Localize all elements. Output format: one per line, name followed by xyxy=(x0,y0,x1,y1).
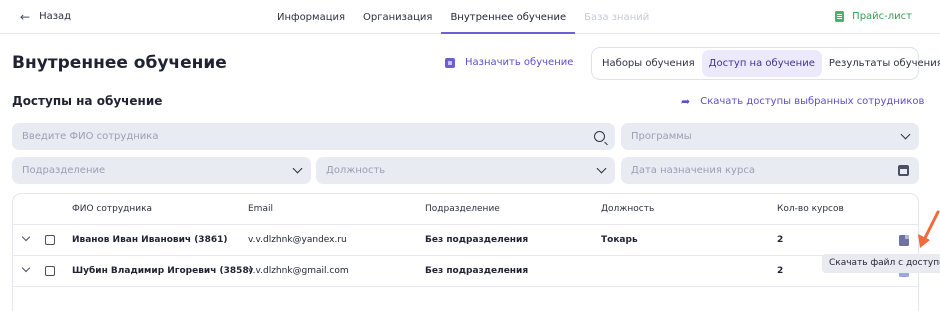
download-selected-label: Скачать доступы выбранных сотрудников xyxy=(700,96,925,107)
access-table: ФИО сотрудника Email Подразделение Должн… xyxy=(12,193,919,311)
position-select[interactable]: Должность xyxy=(316,157,615,184)
date-placeholder: Дата назначения курса xyxy=(631,165,755,176)
cell-email: v.v.dlzhnk@gmail.com xyxy=(248,266,349,276)
tab-info[interactable]: Информация xyxy=(268,0,354,34)
expand-chevron-icon[interactable] xyxy=(21,263,31,273)
cell-name: Шубин Владимир Игоревич (3858) xyxy=(72,266,253,276)
section-title: Доступы на обучение xyxy=(12,94,163,108)
section-tabs: Информация Организация Внутреннее обучен… xyxy=(268,0,658,34)
chevron-down-icon xyxy=(596,163,607,174)
calendar-icon[interactable] xyxy=(898,165,909,176)
tab-organization[interactable]: Организация xyxy=(354,0,441,34)
assign-training-label: Назначить обучение xyxy=(465,57,574,68)
row-checkbox[interactable] xyxy=(45,266,55,276)
segment-training-access[interactable]: Доступ на обучение xyxy=(701,50,822,77)
segment-training-sets[interactable]: Наборы обучения xyxy=(595,50,702,77)
assign-training-button[interactable]: Назначить обучение xyxy=(445,57,573,68)
expand-chevron-icon[interactable] xyxy=(21,232,31,242)
programs-select[interactable]: Программы xyxy=(621,123,919,150)
assign-icon xyxy=(445,57,455,68)
table-row[interactable]: Шубин Владимир Игоревич (3858) v.v.dlzhn… xyxy=(13,256,918,287)
date-input[interactable]: Дата назначения курса xyxy=(621,157,919,184)
department-placeholder: Подразделение xyxy=(22,165,106,176)
cell-department: Без подразделения xyxy=(425,235,529,245)
cell-position: Токарь xyxy=(601,235,638,245)
view-switcher: Наборы обучения Доступ на обучение Резул… xyxy=(591,47,940,80)
position-placeholder: Должность xyxy=(326,165,386,176)
price-list-label: Прайс-лист xyxy=(852,11,912,22)
page-title: Внутреннее обучение xyxy=(12,53,227,73)
cell-courses: 2 xyxy=(777,235,784,245)
top-navigation: ← Назад Информация Организация Внутренне… xyxy=(0,0,940,34)
download-file-icon[interactable] xyxy=(899,235,909,246)
download-file-tooltip: Скачать файл с доступом xyxy=(822,254,940,273)
price-list-link[interactable]: Прайс-лист xyxy=(835,11,912,22)
search-input[interactable]: Введите ФИО сотрудника xyxy=(12,123,615,150)
chevron-down-icon xyxy=(900,129,911,140)
department-select[interactable]: Подразделение xyxy=(12,157,311,184)
cell-department: Без подразделения xyxy=(425,266,529,276)
annotation-arrow-icon xyxy=(918,210,940,248)
arrow-left-icon: ← xyxy=(20,9,31,24)
search-icon-wrap[interactable] xyxy=(594,131,605,142)
document-icon xyxy=(835,11,845,22)
chevron-down-icon xyxy=(292,163,303,174)
table-header: ФИО сотрудника Email Подразделение Должн… xyxy=(13,194,918,225)
column-email: Email xyxy=(248,204,273,214)
table-row[interactable]: Иванов Иван Иванович (3861) v.v.dlzhnk@y… xyxy=(13,225,918,256)
download-selected-access-button[interactable]: ➦ Скачать доступы выбранных сотрудников xyxy=(681,95,924,108)
tab-internal-training[interactable]: Внутреннее обучение xyxy=(441,0,576,34)
cell-courses: 2 xyxy=(777,266,784,276)
column-position: Должность xyxy=(601,204,655,214)
tab-knowledge-base: База знаний xyxy=(584,12,650,23)
share-arrow-icon: ➦ xyxy=(681,95,691,108)
column-courses: Кол-во курсов xyxy=(777,204,844,214)
search-icon xyxy=(594,131,605,142)
programs-placeholder: Программы xyxy=(631,131,692,142)
row-checkbox[interactable] xyxy=(45,235,55,245)
column-department: Подразделение xyxy=(425,204,500,214)
back-label: Назад xyxy=(39,11,72,22)
column-name: ФИО сотрудника xyxy=(72,204,153,214)
cell-email: v.v.dlzhnk@yandex.ru xyxy=(248,235,347,245)
search-placeholder: Введите ФИО сотрудника xyxy=(22,131,159,142)
back-button[interactable]: ← Назад xyxy=(20,9,72,24)
segment-training-results[interactable]: Результаты обучения xyxy=(822,50,940,77)
cell-name: Иванов Иван Иванович (3861) xyxy=(72,235,228,245)
